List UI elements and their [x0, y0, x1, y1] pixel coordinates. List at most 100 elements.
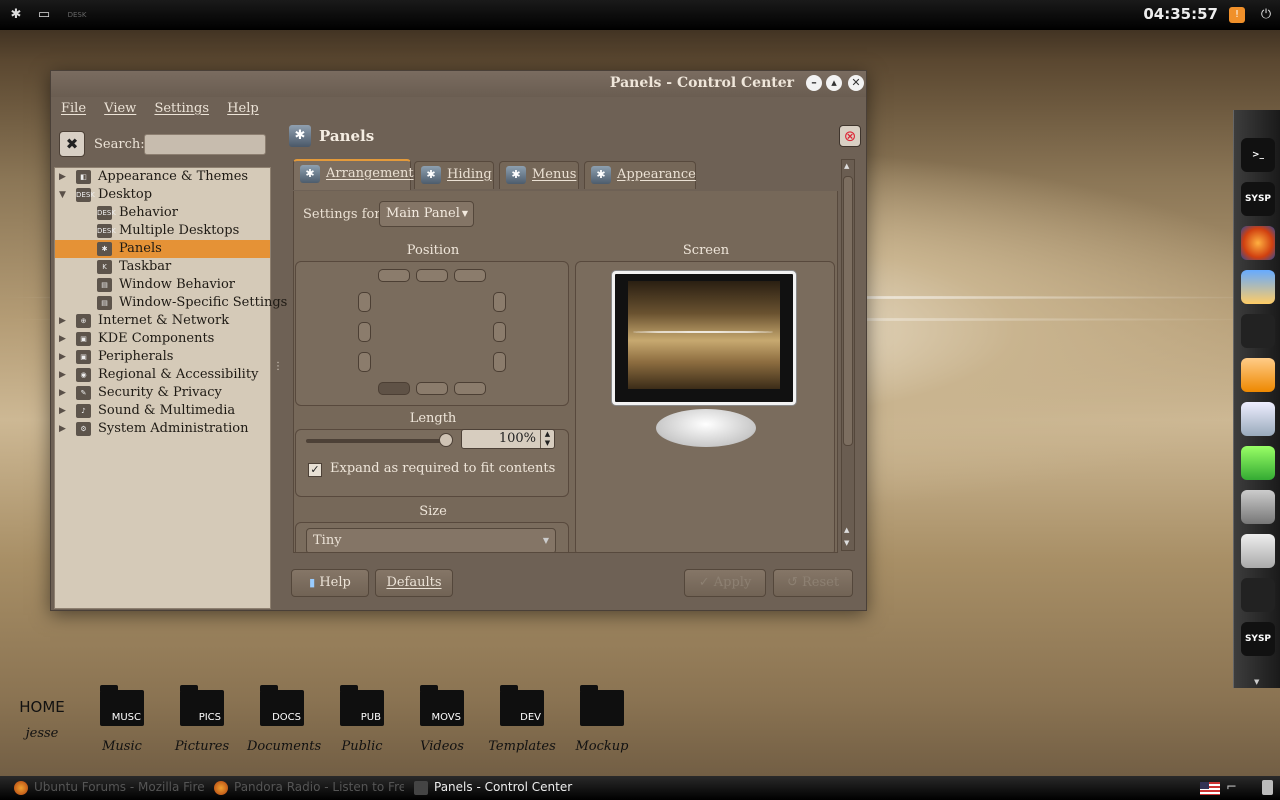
reset-button[interactable]: ↺ Reset	[773, 569, 853, 597]
terminal-icon[interactable]: >_	[1241, 138, 1275, 172]
dock-expand-icon[interactable]: ▼	[1254, 678, 1259, 686]
tree-item-regional-accessibility[interactable]: ▶ ◉ Regional & Accessibility	[55, 366, 270, 384]
length-spinbox[interactable]: 100% ▲ ▼	[461, 429, 555, 449]
tree-item-taskbar[interactable]: K Taskbar	[55, 258, 270, 276]
update-notifier-icon[interactable]: !	[1229, 7, 1245, 23]
vertical-scrollbar[interactable]: ▲ ▲ ▼	[841, 159, 855, 551]
gimp-icon[interactable]	[1241, 490, 1275, 524]
maximize-button[interactable]: ▴	[826, 75, 842, 91]
clear-search-button[interactable]: ✖	[59, 131, 85, 157]
expand-checkbox[interactable]: ✓	[308, 463, 322, 477]
close-button[interactable]: ✕	[848, 75, 864, 91]
expand-right-icon[interactable]: ▶	[59, 366, 66, 384]
tree-item-peripherals[interactable]: ▶ ▣ Peripherals	[55, 348, 270, 366]
apply-button[interactable]: ✓ Apply	[684, 569, 766, 597]
desktop-icon-mockup[interactable]: Mockup	[567, 685, 637, 754]
scrollbar-thumb[interactable]	[843, 176, 853, 446]
expand-right-icon[interactable]: ▶	[59, 348, 66, 366]
help-button[interactable]: ▮ Help	[291, 569, 369, 597]
task-firefox-forums[interactable]: Ubuntu Forums - Mozilla Firef	[14, 780, 204, 795]
splitter-handle[interactable]: ⋮	[273, 361, 283, 372]
tab-menus[interactable]: ✱ Menus	[499, 161, 579, 189]
gem-icon[interactable]	[1241, 446, 1275, 480]
desktop-icon-pictures[interactable]: PICS Pictures	[167, 685, 237, 754]
tree-item-behavior[interactable]: DESK Behavior	[55, 204, 270, 222]
tree-item-system-administration[interactable]: ▶ ⚙ System Administration	[55, 420, 270, 438]
tree-item-sound-multimedia[interactable]: ▶ ♪ Sound & Multimedia	[55, 402, 270, 420]
desktop-icon-jesse[interactable]: HOME jesse	[7, 690, 77, 741]
us-flag-icon[interactable]	[1200, 782, 1220, 795]
show-desktop-icon[interactable]: ▭	[34, 5, 54, 25]
image-viewer-icon[interactable]	[1241, 270, 1275, 304]
spin-arrows-icon[interactable]: ▲ ▼	[540, 430, 554, 448]
sysp-icon[interactable]: SYSP	[1241, 182, 1275, 216]
tree-item-desktop[interactable]: ▼ DESK Desktop	[55, 186, 270, 204]
desktop-icon-documents[interactable]: DOCS Documents	[247, 685, 321, 754]
position-left-bottom[interactable]	[358, 352, 371, 372]
panel-select[interactable]: Main Panel ▼	[379, 201, 474, 227]
position-top-right[interactable]	[454, 269, 486, 282]
network-icon[interactable]: ⌐	[1226, 780, 1237, 795]
size-select[interactable]: Tiny ▼	[306, 528, 556, 552]
sysp-icon-2[interactable]: SYSP	[1241, 622, 1275, 656]
position-bottom-center[interactable]	[416, 382, 448, 395]
firefox-icon[interactable]	[1241, 226, 1275, 260]
menu-help[interactable]: Help	[227, 101, 259, 116]
package-icon[interactable]	[1241, 358, 1275, 392]
expand-down-icon[interactable]: ▼	[59, 186, 66, 204]
position-top-center[interactable]	[416, 269, 448, 282]
position-top-left[interactable]	[378, 269, 410, 282]
trash-icon[interactable]	[1262, 780, 1273, 795]
tree-item-kde-components[interactable]: ▶ ▣ KDE Components	[55, 330, 270, 348]
tree-item-multiple-desktops[interactable]: DESK Multiple Desktops	[55, 222, 270, 240]
scroll-down-icon[interactable]: ▼	[844, 539, 849, 547]
pen-icon[interactable]	[1241, 578, 1275, 612]
expand-right-icon[interactable]: ▶	[59, 384, 66, 402]
expand-right-icon[interactable]: ▶	[59, 168, 66, 186]
task-control-center[interactable]: Panels - Control Center	[414, 780, 614, 795]
title-bar[interactable]: Panels - Control Center – ▴ ✕	[51, 71, 866, 97]
lifebuoy-help-icon[interactable]: ⊗	[839, 125, 861, 147]
power-icon[interactable]: ⏻	[1256, 5, 1276, 25]
expand-right-icon[interactable]: ▶	[59, 330, 66, 348]
search-input[interactable]	[144, 134, 266, 155]
desktop-icon-videos[interactable]: MOVS Videos	[407, 685, 477, 754]
settings-window-icon[interactable]	[1241, 534, 1275, 568]
position-left-center[interactable]	[358, 322, 371, 342]
desktop-icon-public[interactable]: PUB Public	[327, 685, 397, 754]
position-right-center[interactable]	[493, 322, 506, 342]
desktop-icon-templates[interactable]: DEV Templates	[487, 685, 557, 754]
task-firefox-pandora[interactable]: Pandora Radio - Listen to Free	[214, 780, 404, 795]
scroll-up-icon[interactable]: ▲	[844, 526, 849, 534]
menu-view[interactable]: View	[104, 101, 136, 116]
position-left-top[interactable]	[358, 292, 371, 312]
desktop-icon-music[interactable]: MUSC Music	[87, 685, 157, 754]
scroll-up-icon[interactable]: ▲	[844, 162, 849, 170]
expand-right-icon[interactable]: ▶	[59, 420, 66, 438]
tree-item-window-behavior[interactable]: ▤ Window Behavior	[55, 276, 270, 294]
position-bottom-right[interactable]	[454, 382, 486, 395]
tab-hiding[interactable]: ✱ Hiding	[414, 161, 494, 189]
desk-label[interactable]: DESK	[62, 5, 92, 25]
expand-right-icon[interactable]: ▶	[59, 402, 66, 420]
tree-item-appearance-themes[interactable]: ▶ ◧ Appearance & Themes	[55, 168, 270, 186]
position-bottom-left[interactable]	[378, 382, 410, 395]
length-slider-handle[interactable]	[439, 433, 453, 447]
tab-appearance[interactable]: ✱ Appearance	[584, 161, 696, 189]
inkscape-icon[interactable]	[1241, 314, 1275, 348]
defaults-button[interactable]: Defaults	[375, 569, 453, 597]
position-right-top[interactable]	[493, 292, 506, 312]
tree-item-security-privacy[interactable]: ▶ ✎ Security & Privacy	[55, 384, 270, 402]
document-icon[interactable]	[1241, 402, 1275, 436]
tree-item-window-specific-settings[interactable]: ▤ Window-Specific Settings	[55, 294, 287, 312]
minimize-button[interactable]: –	[806, 75, 822, 91]
tab-arrangement[interactable]: ✱ Arrangement	[293, 159, 414, 190]
expand-right-icon[interactable]: ▶	[59, 312, 66, 330]
menu-file[interactable]: File	[61, 101, 86, 116]
clock[interactable]: 04:35:57	[1143, 5, 1218, 23]
tree-item-internet-network[interactable]: ▶ ⊕ Internet & Network	[55, 312, 270, 330]
menu-settings[interactable]: Settings	[154, 101, 209, 116]
kde-menu-icon[interactable]: ✱	[6, 5, 26, 25]
tree-item-panels[interactable]: ✱ Panels	[55, 240, 270, 258]
length-slider-track[interactable]	[306, 439, 446, 443]
